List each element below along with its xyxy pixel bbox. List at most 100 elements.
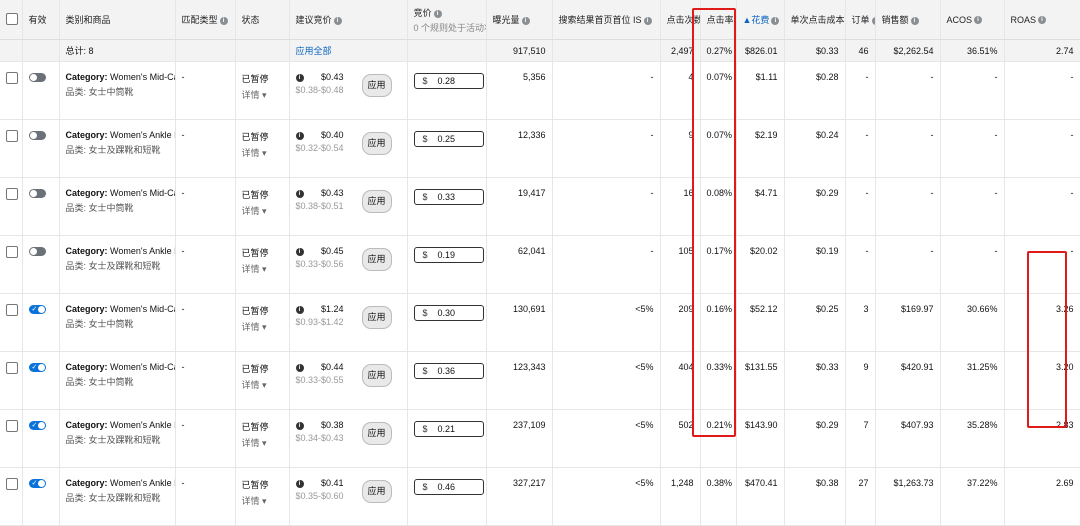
status-text: 已暂停 [241, 422, 269, 432]
bid-input[interactable]: $0.25 [413, 131, 484, 147]
enable-toggle[interactable]: ✓ [28, 363, 46, 372]
details-dropdown[interactable]: 详情 ▾ [242, 436, 283, 449]
apply-button[interactable]: 应用 [361, 480, 392, 503]
apply-button[interactable]: 应用 [361, 422, 392, 445]
enable-toggle[interactable]: ✓ [28, 305, 46, 314]
bid-value: 0.21 [437, 424, 456, 434]
apply-button[interactable]: 应用 [361, 132, 392, 155]
category-cell: Category: Women's Mid-Calf 品类: 女士中筒靴 [59, 351, 176, 410]
bid-input[interactable]: $0.28 [413, 73, 484, 89]
info-icon[interactable]: i [643, 16, 652, 25]
status-cell: 已暂停详情 ▾ [235, 409, 290, 468]
row-checkbox[interactable] [0, 467, 23, 526]
apply-button[interactable]: 应用 [361, 74, 392, 97]
header-roas[interactable]: ROAS i [1004, 0, 1080, 40]
impressions: 62,041 [486, 235, 553, 294]
roas: - [1004, 235, 1080, 294]
details-dropdown[interactable]: 详情 ▾ [242, 204, 283, 217]
info-icon[interactable]: i [974, 16, 983, 25]
info-icon[interactable]: i [521, 16, 530, 25]
info-icon[interactable]: i [219, 16, 228, 25]
bid-input[interactable]: $0.21 [413, 421, 484, 437]
status-text: 已暂停 [241, 190, 269, 200]
header-suggested-bid[interactable]: 建议竞价 i [289, 0, 408, 40]
roas: - [1004, 61, 1080, 120]
apply-button[interactable]: 应用 [361, 248, 392, 271]
info-icon[interactable]: i [1038, 16, 1047, 25]
enable-toggle[interactable]: ✓ [28, 421, 46, 430]
info-icon[interactable]: i [433, 9, 442, 18]
apply-button[interactable]: 应用 [361, 364, 392, 387]
suggested-range: $0.38-$0.48 [295, 85, 344, 95]
enable-toggle[interactable] [28, 131, 46, 140]
bid-input[interactable]: $0.33 [413, 189, 484, 205]
header-spend[interactable]: ▲花费 i [736, 0, 785, 40]
details-dropdown[interactable]: 详情 ▾ [242, 494, 283, 507]
row-checkbox[interactable] [0, 61, 23, 120]
suggested-range: $0.93-$1.42 [295, 317, 344, 327]
row-checkbox[interactable] [0, 235, 23, 294]
category-sub: 品类: 女士及踝靴和短靴 [65, 145, 161, 155]
info-icon[interactable]: i [295, 131, 304, 140]
bid-input[interactable]: $0.19 [413, 247, 484, 263]
enable-toggle[interactable]: ✓ [28, 479, 46, 488]
row-checkbox[interactable] [0, 119, 23, 178]
bid-input[interactable]: $0.36 [413, 363, 484, 379]
info-icon[interactable]: i [295, 189, 304, 198]
apply-all-link[interactable]: 应用全部 [296, 46, 332, 56]
info-icon[interactable]: i [771, 16, 780, 25]
header-match-type[interactable]: 匹配类型 i [175, 0, 236, 40]
info-icon[interactable]: i [295, 421, 304, 430]
apply-button[interactable]: 应用 [361, 190, 392, 213]
header-top-search-is[interactable]: 搜索结果首页首位 IS i [552, 0, 661, 40]
info-icon[interactable]: i [871, 16, 874, 25]
details-dropdown[interactable]: 详情 ▾ [242, 378, 283, 391]
header-category[interactable]: 类别和商品 [59, 0, 176, 40]
details-dropdown[interactable]: 详情 ▾ [242, 320, 283, 333]
info-icon[interactable]: i [295, 247, 304, 256]
header-row: 有效 类别和商品 匹配类型i 状态 建议竞价i 竞价i0 个规则处于活动状态 曝… [0, 0, 1080, 40]
category-name: Women's Mid-Calf [110, 188, 174, 198]
spend: $131.55 [736, 351, 785, 410]
bid-input[interactable]: $0.46 [413, 479, 484, 495]
check-icon: ✓ [31, 364, 38, 371]
bid-input[interactable]: $0.30 [413, 305, 484, 321]
details-dropdown[interactable]: 详情 ▾ [242, 88, 283, 101]
info-icon[interactable]: i [333, 16, 342, 25]
details-dropdown[interactable]: 详情 ▾ [242, 262, 283, 275]
info-icon[interactable]: i [295, 363, 304, 372]
info-icon[interactable]: i [295, 305, 304, 314]
header-orders[interactable]: 订单i [845, 0, 876, 40]
row-checkbox[interactable] [0, 293, 23, 352]
header-clicks[interactable]: 点击次数 [660, 0, 701, 40]
row-checkbox[interactable] [0, 351, 23, 410]
apply-button[interactable]: 应用 [361, 306, 392, 329]
header-acos[interactable]: ACOS i [940, 0, 1005, 40]
orders: 7 [845, 409, 876, 468]
sales: - [875, 61, 941, 120]
impressions: 12,336 [486, 119, 553, 178]
row-checkbox[interactable] [0, 177, 23, 236]
info-icon[interactable]: i [295, 73, 304, 82]
details-dropdown[interactable]: 详情 ▾ [242, 146, 283, 159]
enable-toggle[interactable] [28, 247, 46, 256]
enable-toggle[interactable] [28, 189, 46, 198]
header-bid[interactable]: 竞价i0 个规则处于活动状态 [407, 0, 487, 40]
bid-cell: $0.33 [407, 177, 487, 236]
roas: - [1004, 119, 1080, 178]
status-cell: 已暂停 详情 ▾ [235, 235, 290, 294]
row-checkbox[interactable] [0, 409, 23, 468]
table-row: ✓ Category: Women's Ankle Bo 品类: 女士及踝靴和短靴 -… [0, 409, 1080, 468]
suggested-bid: $0.45 [320, 246, 344, 256]
header-status[interactable]: 状态 [235, 0, 290, 40]
enable-toggle[interactable] [28, 73, 46, 82]
header-ctr[interactable]: 点击率 [700, 0, 737, 40]
sales: $169.97 [875, 293, 941, 352]
info-icon[interactable]: i [295, 479, 304, 488]
info-icon[interactable]: i [910, 16, 919, 25]
header-sales[interactable]: 销售额 i [875, 0, 941, 40]
select-all-checkbox[interactable] [0, 0, 23, 40]
header-cpc[interactable]: 单次点击成本 [784, 0, 846, 40]
header-impressions[interactable]: 曝光量 i [486, 0, 553, 40]
suggested-range: $0.32-$0.54 [295, 143, 344, 153]
